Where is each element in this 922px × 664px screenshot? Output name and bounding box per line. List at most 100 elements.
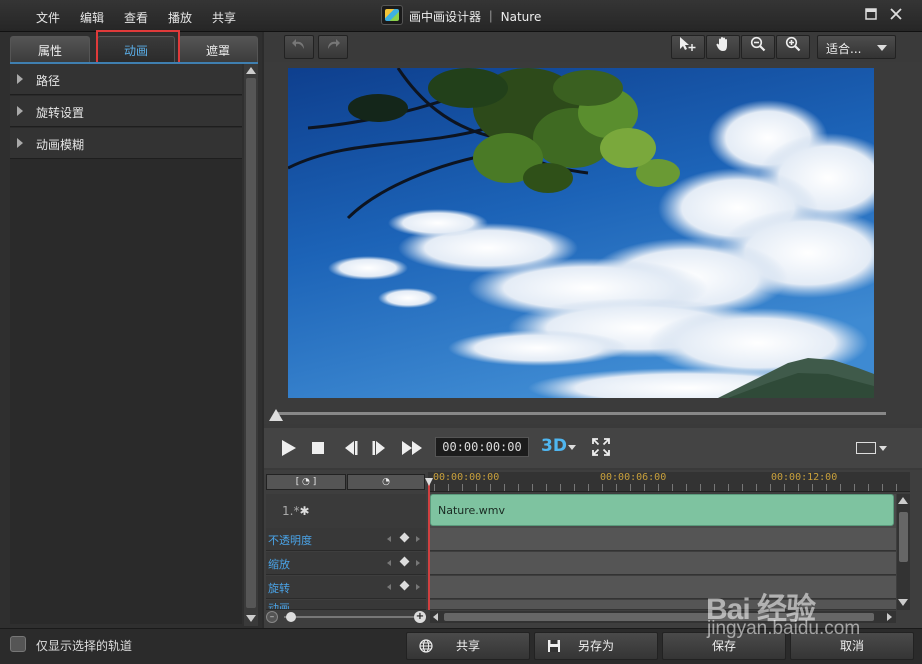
timeline-mode-button-1[interactable]: [ ◔ ]	[266, 474, 346, 490]
prev-keyframe-icon[interactable]	[387, 560, 391, 566]
ruler-tick	[868, 484, 869, 491]
menu-play[interactable]: 播放	[168, 9, 192, 26]
play-icon	[282, 440, 296, 456]
timeline-vertical-scrollbar[interactable]	[897, 494, 910, 610]
select-move-icon	[680, 37, 696, 51]
ruler-tick	[672, 484, 673, 491]
keyframe-row-opacity[interactable]: 不透明度	[266, 528, 426, 551]
chevron-down-icon[interactable]	[879, 446, 887, 451]
scroll-thumb[interactable]	[246, 78, 256, 608]
left-scrollbar[interactable]	[244, 64, 258, 626]
ruler-tick	[700, 484, 701, 491]
fullscreen-button[interactable]	[592, 438, 610, 459]
timeline-zoom-slider[interactable]	[284, 616, 414, 618]
ruler-tick	[630, 484, 631, 491]
ruler-tick	[658, 484, 659, 491]
aspect-ratio-icon[interactable]	[856, 442, 876, 454]
only-selected-tracks-checkbox[interactable]	[10, 636, 26, 652]
scroll-up-icon[interactable]	[246, 67, 256, 74]
next-keyframe-icon[interactable]	[416, 584, 420, 590]
menu-file[interactable]: 文件	[36, 9, 60, 26]
save-as-label: 另存为	[577, 639, 614, 653]
scroll-down-icon[interactable]	[898, 599, 908, 606]
timeline-ruler[interactable]	[428, 472, 910, 492]
timeline-zoom-in-icon[interactable]: +	[414, 611, 426, 623]
playhead[interactable]	[428, 480, 430, 610]
scroll-left-icon[interactable]	[433, 613, 438, 621]
play-button[interactable]	[280, 440, 296, 459]
next-frame-button[interactable]	[372, 441, 388, 458]
prop-row-rotation[interactable]: 旋转设置	[10, 96, 242, 127]
ruler-tick	[728, 484, 729, 491]
ruler-tick	[882, 484, 883, 491]
keyframe-row-scale[interactable]: 缩放	[266, 552, 426, 575]
prop-label: 动画模糊	[36, 138, 85, 152]
ruler-tick	[770, 484, 771, 491]
menu-view[interactable]: 查看	[124, 9, 148, 26]
ruler-tick	[532, 484, 533, 491]
ruler-tick	[588, 484, 589, 491]
add-keyframe-icon[interactable]	[399, 532, 410, 543]
tab-properties[interactable]: 属性	[10, 36, 90, 64]
menu-edit[interactable]: 编辑	[80, 9, 104, 26]
keyframe-row-label: 缩放	[268, 558, 290, 571]
scroll-thumb[interactable]	[899, 512, 908, 562]
prop-row-path[interactable]: 路径	[10, 64, 242, 95]
playhead-handle[interactable]	[425, 478, 433, 486]
ruler-label: 00:00:00:00	[433, 472, 500, 483]
seek-handle[interactable]	[269, 409, 283, 421]
scroll-up-icon[interactable]	[898, 497, 908, 504]
prop-row-motion-blur[interactable]: 动画模糊	[10, 128, 242, 159]
menu-share[interactable]: 共享	[212, 9, 236, 26]
ruler-tick	[896, 484, 897, 491]
scroll-right-icon[interactable]	[887, 613, 892, 621]
ruler-tick	[476, 484, 477, 491]
fit-zoom-select[interactable]: 适合...	[817, 35, 896, 59]
timeline-mode-button-2[interactable]: ◔	[347, 474, 425, 490]
seek-bar[interactable]	[276, 412, 886, 415]
floppy-icon	[548, 640, 560, 652]
pan-tool-button[interactable]	[706, 35, 740, 59]
clip-name: Nature.wmv	[438, 504, 506, 517]
save-as-button[interactable]: 另存为	[534, 632, 658, 660]
share-button[interactable]: 共享	[406, 632, 530, 660]
prev-keyframe-icon[interactable]	[387, 536, 391, 542]
scroll-down-icon[interactable]	[246, 615, 256, 622]
keyframe-row-animation[interactable]: 动画	[266, 600, 426, 610]
ruler-tick	[742, 484, 743, 491]
add-keyframe-icon[interactable]	[399, 580, 410, 591]
ruler-tick	[840, 484, 841, 491]
select-tool-button[interactable]	[671, 35, 705, 59]
maximize-icon[interactable]	[864, 8, 878, 22]
chevron-down-icon[interactable]	[568, 445, 576, 450]
redo-button[interactable]	[318, 35, 348, 59]
keyframe-row-rotation[interactable]: 旋转	[266, 576, 426, 599]
prev-keyframe-icon[interactable]	[387, 584, 391, 590]
expand-arrow-icon	[17, 106, 23, 116]
fast-forward-button[interactable]	[402, 441, 422, 458]
tab-mask[interactable]: 遮罩	[178, 36, 258, 64]
zoom-in-button[interactable]	[776, 35, 810, 59]
title-bar: 文件 编辑 查看 播放 共享 画中画设计器 ｜ Nature	[0, 0, 922, 32]
next-keyframe-icon[interactable]	[416, 536, 420, 542]
zoom-out-button[interactable]	[741, 35, 775, 59]
fit-select-value: 适合...	[826, 42, 862, 56]
3d-mode-button[interactable]: 3D	[541, 436, 567, 456]
zoom-slider-handle[interactable]	[286, 612, 296, 622]
video-preview[interactable]	[288, 68, 874, 398]
ruler-tick	[560, 484, 561, 491]
undo-button[interactable]	[284, 35, 314, 59]
stop-button[interactable]	[312, 442, 324, 457]
ruler-label: 00:00:12:00	[771, 472, 838, 483]
add-keyframe-icon[interactable]	[399, 556, 410, 567]
share-label: 共享	[455, 639, 480, 653]
ruler-tick	[812, 484, 813, 491]
animation-properties-list: 路径 旋转设置 动画模糊	[10, 64, 242, 624]
only-selected-tracks-label: 仅显示选择的轨道	[36, 639, 133, 653]
prop-label: 路径	[36, 74, 61, 88]
timeline-zoom-out-icon[interactable]: –	[266, 611, 278, 623]
next-keyframe-icon[interactable]	[416, 560, 420, 566]
previous-frame-button[interactable]	[342, 441, 358, 458]
baidu-watermark-url: jingyan.baidu.com	[707, 618, 861, 639]
close-icon[interactable]	[889, 8, 903, 22]
